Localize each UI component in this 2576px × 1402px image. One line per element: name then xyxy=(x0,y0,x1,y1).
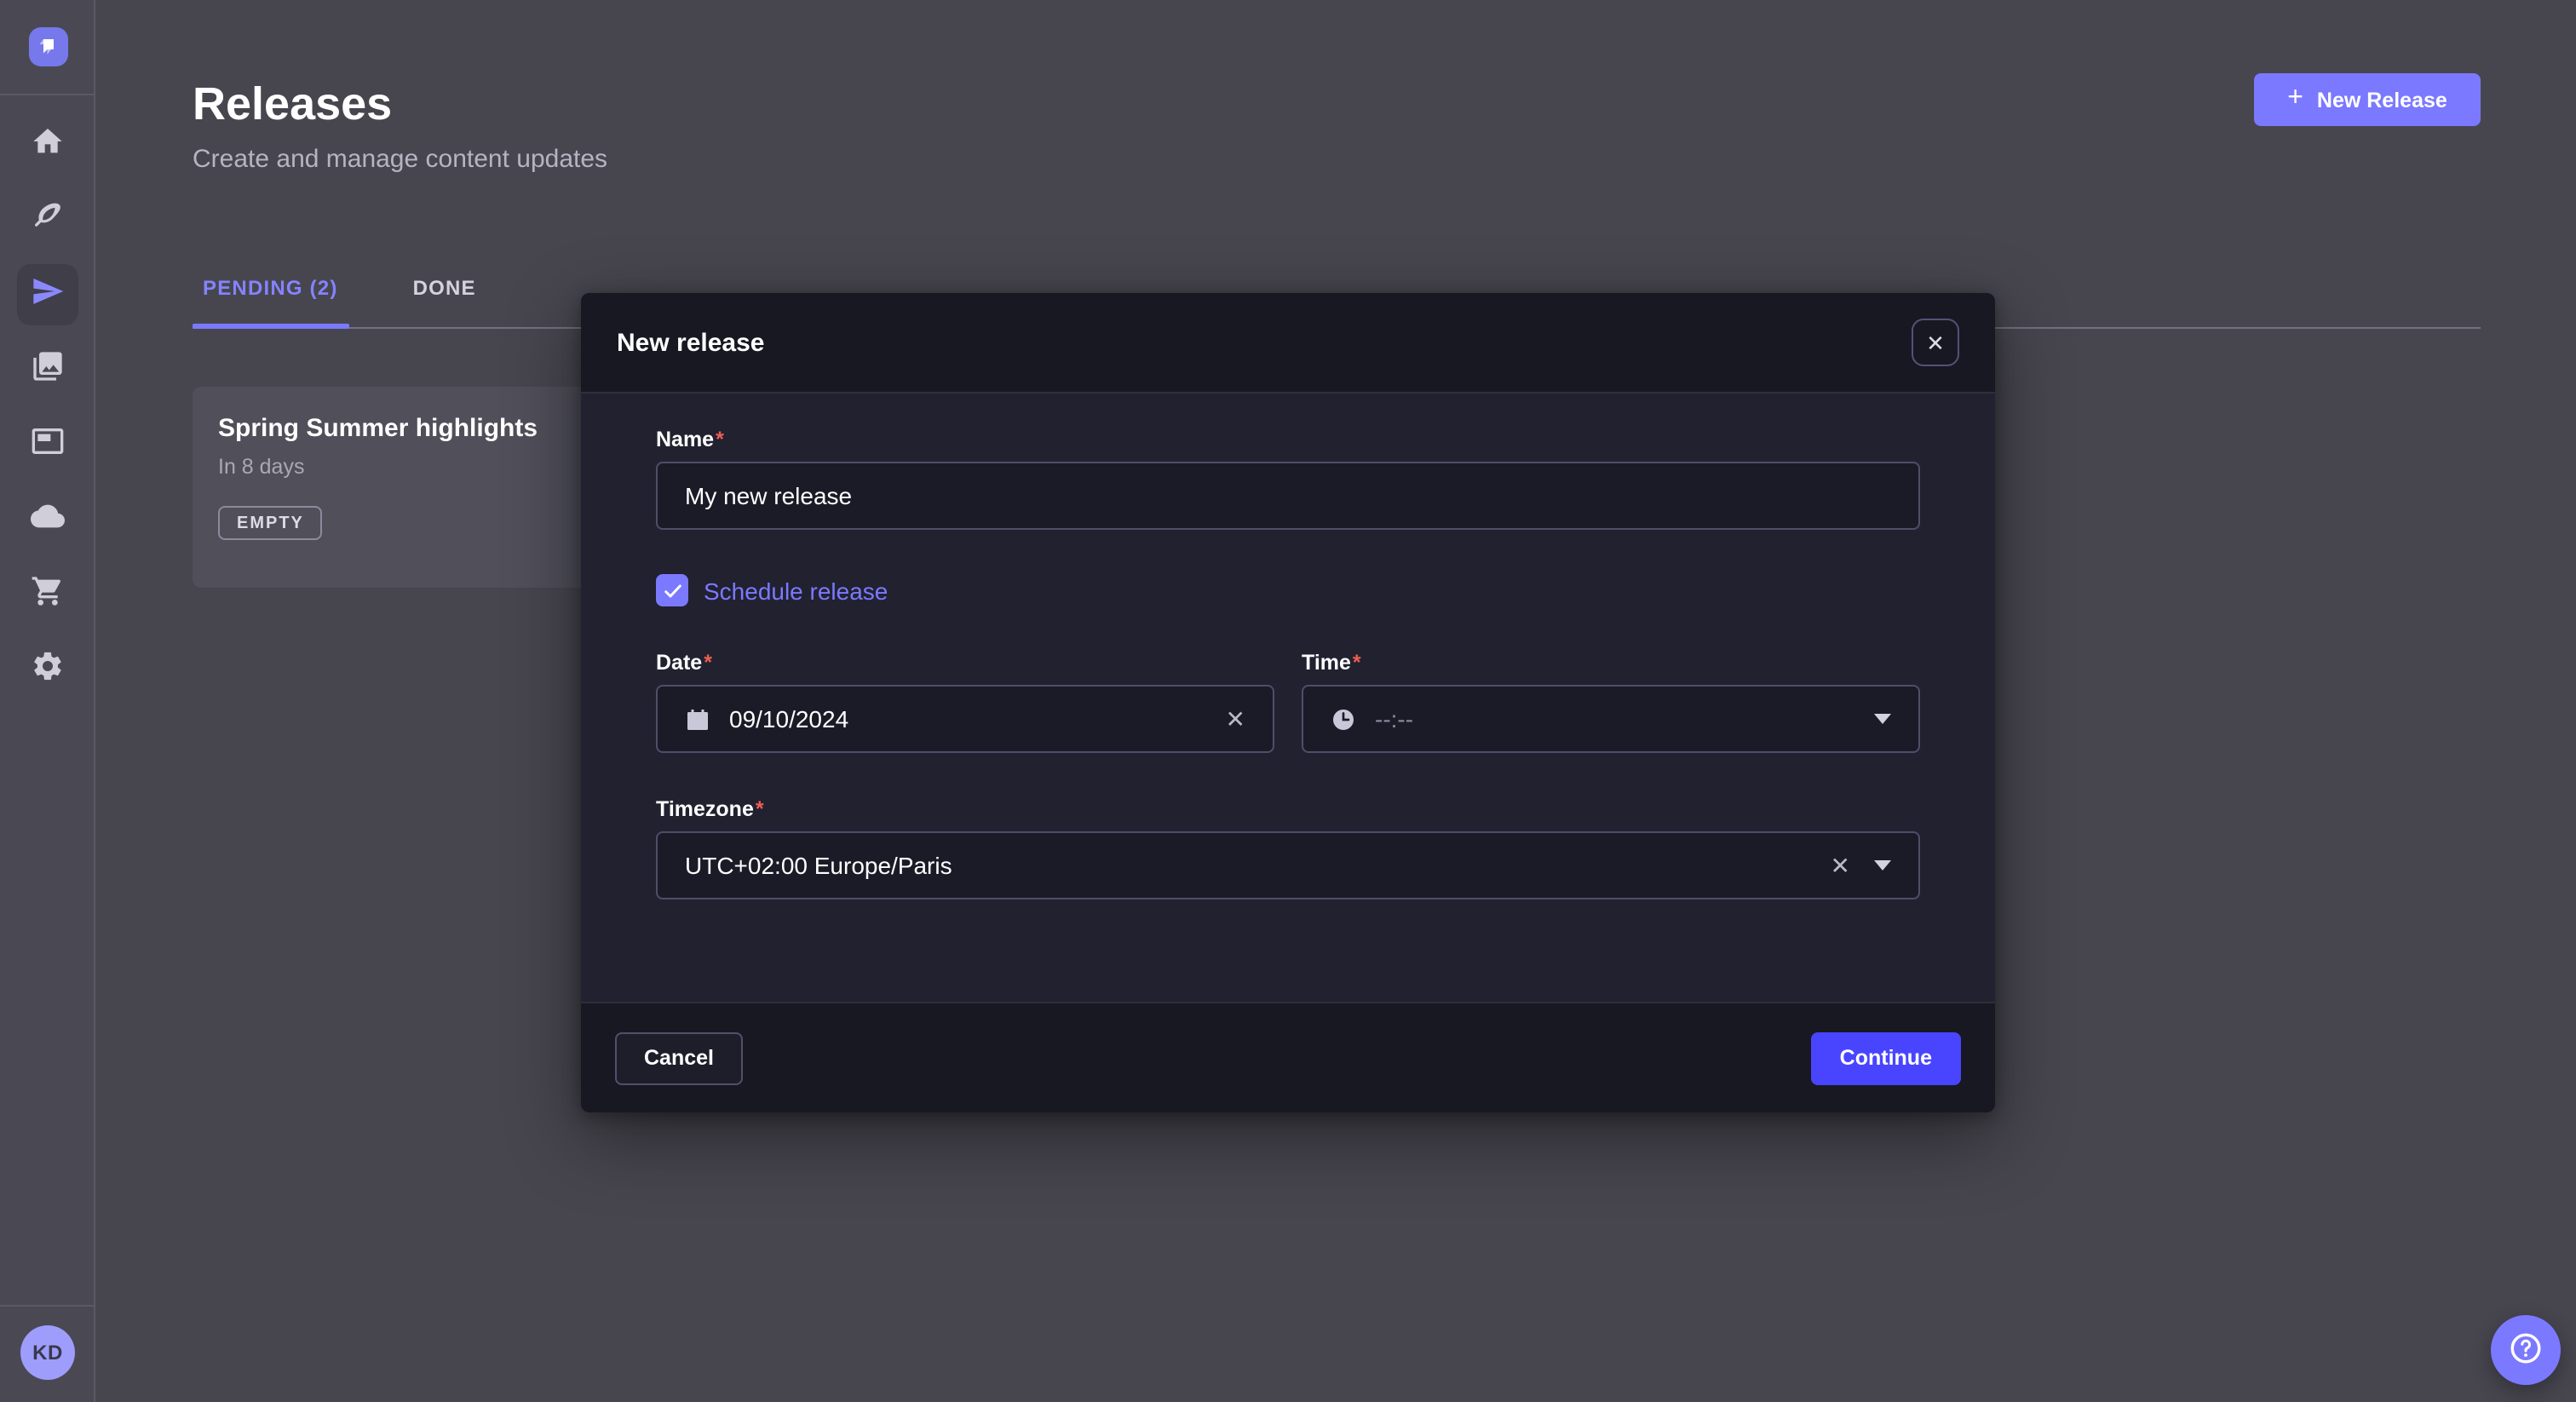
sidebar-item-cloud[interactable] xyxy=(10,482,85,557)
date-field-group: Date* 09/10/2024 ✕ xyxy=(656,651,1274,753)
app-logo-icon[interactable] xyxy=(29,27,68,66)
time-field-group: Time* --:-- xyxy=(1302,651,1920,753)
required-asterisk: * xyxy=(1353,651,1361,675)
continue-button[interactable]: Continue xyxy=(1811,1031,1961,1084)
date-clear-icon[interactable]: ✕ xyxy=(1226,707,1245,731)
sidebar-item-content[interactable] xyxy=(10,182,85,257)
help-button[interactable] xyxy=(2491,1315,2561,1385)
new-release-button-label: New Release xyxy=(2317,88,2447,112)
page-title: Releases xyxy=(193,78,392,131)
name-input[interactable] xyxy=(656,462,1920,530)
sidebar-item-settings[interactable] xyxy=(10,632,85,707)
sidebar-item-marketplace[interactable] xyxy=(10,557,85,632)
time-label-text: Time xyxy=(1302,651,1351,675)
tab-pending[interactable]: PENDING (2) xyxy=(193,269,348,307)
required-asterisk: * xyxy=(716,428,724,451)
time-field-label: Time* xyxy=(1302,651,1920,675)
timezone-select[interactable]: UTC+02:00 Europe/Paris ✕ xyxy=(656,831,1920,899)
cart-icon xyxy=(31,573,65,616)
modal-header: New release ✕ xyxy=(581,293,1995,394)
timezone-value: UTC+02:00 Europe/Paris xyxy=(685,852,952,879)
modal-body: Name* Schedule release Date* xyxy=(581,394,1995,1002)
time-input[interactable]: --:-- xyxy=(1302,685,1920,753)
required-asterisk: * xyxy=(756,797,764,821)
name-label-text: Name xyxy=(656,428,714,451)
cloud-icon xyxy=(31,498,65,541)
name-field-label: Name* xyxy=(656,428,1920,451)
calendar-icon xyxy=(685,706,710,732)
layout-icon xyxy=(31,423,65,466)
close-icon: ✕ xyxy=(1926,331,1945,353)
date-input[interactable]: 09/10/2024 ✕ xyxy=(656,685,1274,753)
cancel-button[interactable]: Cancel xyxy=(615,1031,743,1084)
sidebar-item-media-library[interactable] xyxy=(10,332,85,407)
schedule-release-label[interactable]: Schedule release xyxy=(704,577,888,604)
tab-done[interactable]: DONE xyxy=(403,269,486,307)
schedule-release-checkbox[interactable] xyxy=(656,574,688,606)
time-placeholder: --:-- xyxy=(1375,705,1413,733)
active-tab-underline xyxy=(193,324,349,329)
sidebar-nav xyxy=(0,107,95,707)
home-icon xyxy=(31,124,65,166)
images-icon xyxy=(31,348,65,391)
paper-plane-icon xyxy=(31,273,65,316)
user-avatar[interactable]: KD xyxy=(20,1325,75,1380)
timezone-field-group: Timezone* UTC+02:00 Europe/Paris ✕ xyxy=(656,797,1920,899)
new-release-button[interactable]: + New Release xyxy=(2254,73,2481,126)
timezone-field-label: Timezone* xyxy=(656,797,1920,821)
gear-icon xyxy=(31,648,65,691)
question-mark-icon xyxy=(2508,1330,2544,1370)
date-value: 09/10/2024 xyxy=(729,705,848,733)
required-asterisk: * xyxy=(704,651,712,675)
app-window: KD Releases Create and manage content up… xyxy=(0,0,2576,1402)
page-subtitle: Create and manage content updates xyxy=(193,145,607,174)
sidebar-item-content-manager[interactable] xyxy=(10,407,85,482)
sidebar-divider-top xyxy=(0,94,94,95)
date-field-label: Date* xyxy=(656,651,1274,675)
sidebar: KD xyxy=(0,0,95,1402)
release-tabs: PENDING (2) DONE xyxy=(193,269,486,307)
timezone-label-text: Timezone xyxy=(656,797,754,821)
modal-title: New release xyxy=(617,328,764,357)
modal-footer: Cancel Continue xyxy=(581,1002,1995,1112)
timezone-clear-icon[interactable]: ✕ xyxy=(1831,853,1850,877)
sidebar-item-releases[interactable] xyxy=(10,257,85,332)
feather-icon xyxy=(31,198,65,241)
sidebar-item-home[interactable] xyxy=(10,107,85,182)
date-label-text: Date xyxy=(656,651,702,675)
sidebar-divider-bottom xyxy=(0,1305,94,1307)
chevron-down-icon[interactable] xyxy=(1874,860,1891,871)
check-icon xyxy=(662,580,682,600)
close-button[interactable]: ✕ xyxy=(1912,319,1959,366)
clock-icon xyxy=(1331,706,1356,732)
new-release-modal: New release ✕ Name* Schedule release xyxy=(581,293,1995,1112)
plus-icon: + xyxy=(2287,85,2303,112)
release-status-badge: EMPTY xyxy=(218,506,323,540)
chevron-down-icon[interactable] xyxy=(1874,714,1891,724)
